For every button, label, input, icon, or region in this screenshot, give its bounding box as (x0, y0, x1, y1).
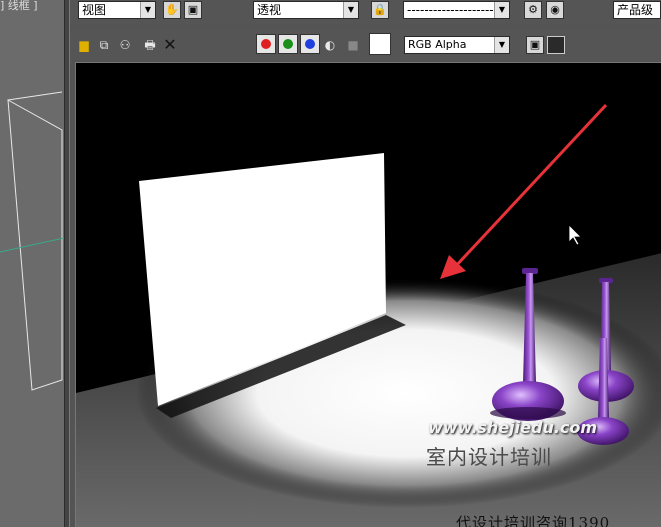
viewport-value: 透视 (257, 3, 282, 17)
red-channel-icon (261, 39, 271, 49)
blue-channel-toggle[interactable] (300, 34, 320, 54)
toolbar-bottom (70, 30, 661, 60)
render-mode-dropdown[interactable]: 产品级 (613, 1, 661, 19)
chevron-down-icon: ▼ (343, 2, 358, 18)
render-mode-value: 产品级 (617, 3, 654, 17)
watermark-title: 室内设计培训 (426, 445, 552, 469)
watermark-bottom-text: 代设计培训咨询1390 (456, 514, 611, 527)
display-toggle-button[interactable]: ▣ (526, 36, 544, 54)
save-image-icon[interactable]: ▆ (76, 37, 92, 53)
color-swatch[interactable] (369, 33, 391, 55)
green-channel-icon (283, 39, 293, 49)
clear-icon[interactable]: ✕ (162, 37, 178, 53)
red-channel-toggle[interactable] (256, 34, 276, 54)
print-image-icon[interactable]: 🖶 (142, 37, 158, 53)
clone-frame-icon[interactable]: ⚇ (117, 37, 133, 53)
viewport-dropdown[interactable]: 透视 ▼ (253, 1, 359, 19)
view-area-value: 视图 (82, 3, 107, 17)
chevron-down-icon: ▼ (494, 37, 509, 53)
mouse-cursor-icon (568, 224, 582, 246)
render-preset-value: ---------------------- (407, 3, 503, 17)
view-area-dropdown[interactable]: 视图 ▼ (78, 1, 156, 19)
rendered-scene (76, 103, 661, 527)
render-preset-dropdown[interactable]: ---------------------- ▼ (403, 1, 510, 19)
wireframe-plane (0, 91, 64, 391)
green-channel-toggle[interactable] (278, 34, 298, 54)
alpha-channel-icon[interactable]: ◐ (322, 37, 338, 53)
chevron-down-icon: ▼ (140, 2, 155, 18)
toolbar-top (70, 0, 661, 24)
chevron-down-icon: ▼ (494, 2, 509, 18)
lock-icon[interactable]: 🔒 (371, 1, 389, 19)
copy-image-icon[interactable]: ⧉ (96, 37, 112, 53)
channel-display-dropdown[interactable]: RGB Alpha ▼ (404, 36, 510, 54)
display-mode-button[interactable] (547, 36, 565, 54)
annotation-arrow-icon (440, 103, 608, 279)
blue-channel-icon (305, 39, 315, 49)
auto-region-button[interactable]: ▣ (184, 1, 202, 19)
environment-button[interactable]: ◉ (546, 1, 564, 19)
edit-region-button[interactable]: ✋ (163, 1, 181, 19)
watermark-url: www.shejiedu.com (428, 418, 598, 437)
channel-display-value: RGB Alpha (408, 38, 467, 51)
left-viewport[interactable]: ] 线框 ] (0, 0, 64, 527)
render-setup-button[interactable]: ⚙ (524, 1, 542, 19)
monochrome-icon[interactable]: ■ (345, 37, 361, 53)
render-output: www.shejiedu.com 室内设计培训 代设计培训咨询1390 (75, 62, 661, 527)
